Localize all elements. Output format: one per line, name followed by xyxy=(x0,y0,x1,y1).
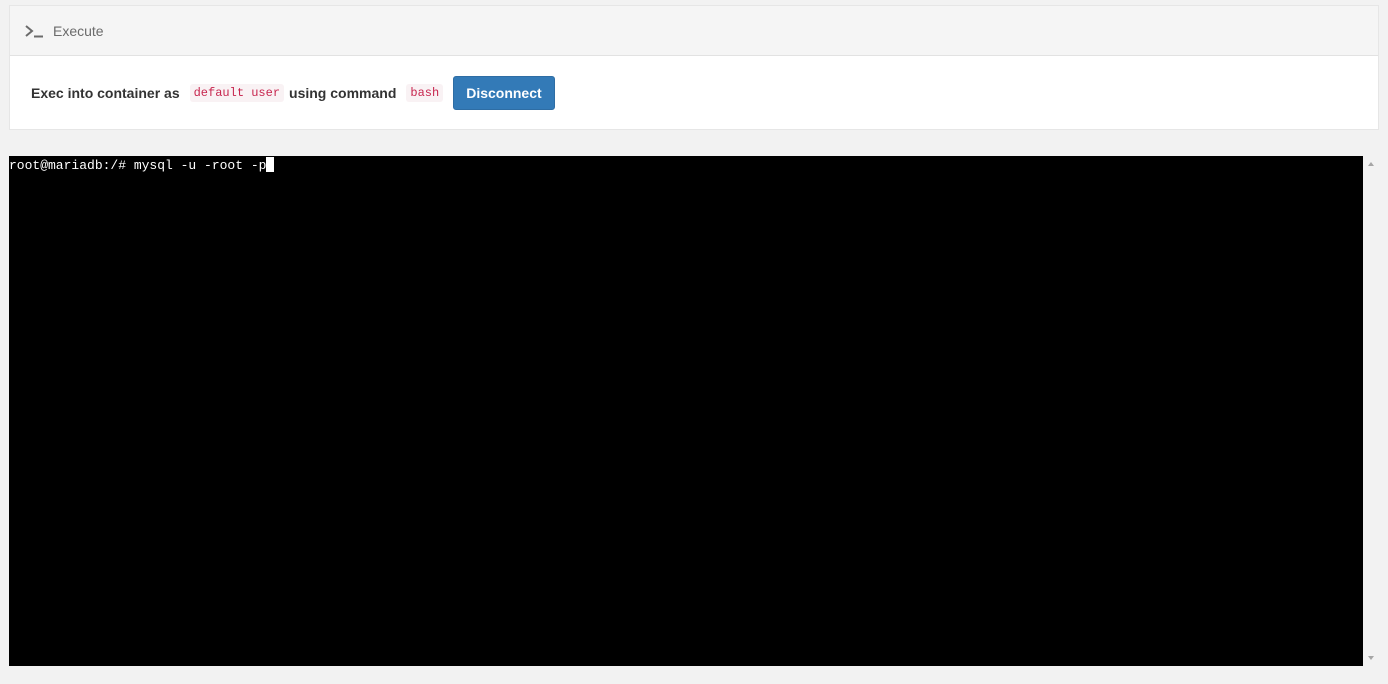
exec-command-code: bash xyxy=(406,83,444,102)
page: Execute Exec into container as default u… xyxy=(0,0,1388,684)
terminal-icon xyxy=(25,24,43,37)
terminal-console[interactable]: root@mariadb:/# mysql -u -root -p xyxy=(9,156,1363,666)
panel-body: Exec into container as default user usin… xyxy=(10,56,1378,129)
panel-title: Execute xyxy=(53,22,104,39)
disconnect-button[interactable]: Disconnect xyxy=(453,75,555,110)
exec-prefix-text: Exec into container as xyxy=(31,84,180,101)
exec-middle-text: using command xyxy=(289,84,397,101)
panel-header: Execute xyxy=(10,6,1378,56)
scroll-down-arrow-icon[interactable] xyxy=(1368,656,1374,660)
terminal-line-text: root@mariadb:/# mysql -u -root -p xyxy=(9,158,267,173)
terminal-scrollbar[interactable] xyxy=(1363,156,1380,666)
terminal-line: root@mariadb:/# mysql -u -root -p xyxy=(9,156,1363,174)
execute-panel: Execute Exec into container as default u… xyxy=(9,5,1379,130)
exec-user-code: default user xyxy=(189,83,285,102)
scroll-up-arrow-icon[interactable] xyxy=(1368,162,1374,166)
terminal-cursor xyxy=(266,157,275,172)
